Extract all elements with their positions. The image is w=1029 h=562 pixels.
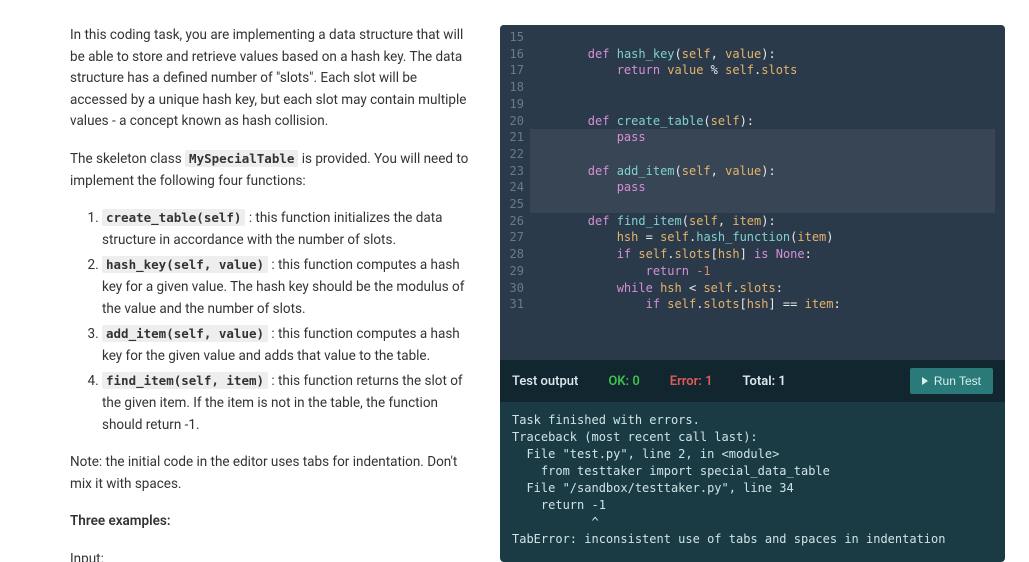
line-number: 21	[500, 129, 524, 146]
problem-description: In this coding task, you are implementin…	[10, 25, 500, 562]
function-signature: add_item(self, value)	[102, 325, 268, 342]
code-line[interactable]: if self.slots[hsh] is None:	[530, 246, 1005, 263]
function-list-item: hash_key(self, value) : this function co…	[102, 255, 470, 320]
line-number: 18	[500, 79, 524, 96]
code-line[interactable]: return value % self.slots	[530, 62, 1005, 79]
code-line[interactable]: pass	[530, 129, 1005, 146]
test-bar: Test output OK: 0 Error: 1 Total: 1 Run …	[500, 360, 1005, 402]
code-line[interactable]	[530, 146, 1005, 163]
line-number: 28	[500, 246, 524, 263]
function-list-item: find_item(self, item) : this function re…	[102, 371, 470, 436]
line-gutter: 1516171819202122232425262728293031	[500, 25, 530, 360]
line-number: 25	[500, 196, 524, 213]
ok-count: OK: 0	[608, 374, 639, 389]
function-signature: hash_key(self, value)	[102, 256, 268, 273]
code-line[interactable]: def add_item(self, value):	[530, 163, 1005, 180]
function-list: create_table(self) : this function initi…	[70, 208, 470, 436]
line-number: 20	[500, 113, 524, 130]
indentation-note: Note: the initial code in the editor use…	[70, 452, 470, 495]
total-count: Total: 1	[743, 374, 786, 389]
test-output-label: Test output	[512, 374, 578, 389]
line-number: 16	[500, 46, 524, 63]
code-line[interactable]: return -1	[530, 263, 1005, 280]
code-line[interactable]: hsh = self.hash_function(item)	[530, 229, 1005, 246]
code-line[interactable]	[530, 79, 1005, 96]
line-number: 24	[500, 179, 524, 196]
error-count: Error: 1	[670, 374, 713, 389]
right-panel: 1516171819202122232425262728293031 def h…	[500, 25, 1005, 562]
line-number: 19	[500, 96, 524, 113]
code-line[interactable]: while hsh < self.slots:	[530, 280, 1005, 297]
line-number: 22	[500, 146, 524, 163]
function-list-item: add_item(self, value) : this function co…	[102, 324, 470, 367]
code-line[interactable]: def find_item(self, item):	[530, 213, 1005, 230]
code-line[interactable]	[530, 196, 1005, 213]
app-container: In this coding task, you are implementin…	[0, 0, 1029, 562]
test-output-console[interactable]: Task finished with errors. Traceback (mo…	[500, 402, 1005, 562]
line-number: 27	[500, 229, 524, 246]
intro-paragraph: In this coding task, you are implementin…	[70, 25, 470, 133]
run-test-button[interactable]: Run Test	[910, 368, 993, 394]
input-label: Input:	[70, 549, 470, 562]
line-number: 29	[500, 263, 524, 280]
code-lines[interactable]: def hash_key(self, value): return value …	[530, 25, 1005, 360]
line-number: 17	[500, 62, 524, 79]
line-number: 30	[500, 280, 524, 297]
function-signature: create_table(self)	[102, 209, 245, 226]
line-number: 15	[500, 29, 524, 46]
run-test-label: Run Test	[934, 374, 981, 388]
code-editor[interactable]: 1516171819202122232425262728293031 def h…	[500, 25, 1005, 360]
code-line[interactable]: if self.slots[hsh] == item:	[530, 296, 1005, 313]
code-line[interactable]	[530, 96, 1005, 113]
code-line[interactable]: pass	[530, 179, 1005, 196]
line-number: 31	[500, 296, 524, 313]
code-line[interactable]: def hash_key(self, value):	[530, 46, 1005, 63]
code-line[interactable]: def create_table(self):	[530, 113, 1005, 130]
skeleton-paragraph: The skeleton class MySpecialTable is pro…	[70, 149, 470, 192]
code-line[interactable]	[530, 29, 1005, 46]
line-number: 26	[500, 213, 524, 230]
examples-heading: Three examples:	[70, 511, 470, 533]
function-list-item: create_table(self) : this function initi…	[102, 208, 470, 251]
line-number: 23	[500, 163, 524, 180]
function-signature: find_item(self, item)	[102, 372, 268, 389]
skeleton-prefix: The skeleton class	[70, 151, 185, 167]
play-icon	[922, 377, 928, 385]
skeleton-class-name: MySpecialTable	[185, 150, 298, 167]
